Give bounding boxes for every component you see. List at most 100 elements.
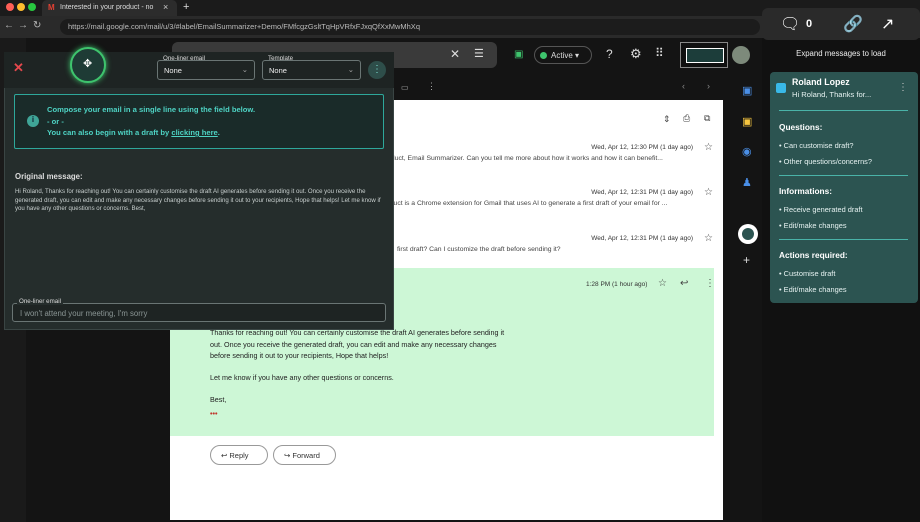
extension-logo[interactable]	[680, 42, 728, 68]
minimize-window-button[interactable]	[17, 3, 25, 11]
message-date: Wed, Apr 12, 12:31 PM (1 day ago)	[591, 235, 693, 242]
help-icon[interactable]: ?	[606, 47, 613, 61]
cursor-highlight: ✥	[70, 47, 106, 83]
more-options-icon[interactable]: ⋮	[368, 61, 386, 79]
draft-link[interactable]: clicking here	[171, 128, 217, 137]
info-line: Compose your email in a single line usin…	[47, 105, 256, 114]
next-icon[interactable]: ›	[707, 81, 710, 91]
print-icon[interactable]: ⎙	[683, 113, 690, 124]
divider	[779, 239, 908, 240]
questions-heading: Questions:	[779, 122, 823, 132]
label-icon[interactable]: ▭	[401, 83, 409, 92]
chevron-down-icon: ⌄	[241, 65, 248, 74]
avatar[interactable]	[732, 46, 750, 64]
preview-text: Hi Roland, Thanks for...	[792, 90, 872, 99]
expand-all-icon[interactable]: ⇕	[663, 114, 671, 125]
summary-card: Roland Lopez Hi Roland, Thanks for... ⋮ …	[770, 72, 918, 303]
search-options-icon[interactable]: ☰	[474, 47, 484, 60]
close-compose-icon[interactable]: ✕	[13, 60, 24, 76]
message-body-line: Let me know if you have any other questi…	[210, 373, 394, 382]
oneliner-placeholder: I won't attend your meeting, I'm sorry	[20, 309, 148, 318]
original-message-label: Original message:	[15, 172, 83, 181]
template-select-value: None	[269, 66, 287, 75]
more-vert-icon[interactable]: ⋮	[705, 278, 715, 289]
star-icon[interactable]: ☆	[704, 142, 713, 153]
oneliner-select[interactable]: None ⌄	[157, 60, 255, 80]
gear-icon[interactable]: ⚙	[630, 46, 642, 62]
info-item: Receive generated draft	[783, 205, 863, 214]
comment-count: 0	[806, 18, 813, 30]
apps-grid-icon[interactable]: ⠿	[655, 46, 664, 60]
clear-search-icon[interactable]: ✕	[450, 47, 460, 61]
new-tab-button[interactable]: +	[183, 1, 189, 13]
more-vert-icon[interactable]: ⋮	[898, 82, 908, 93]
keep-icon[interactable]: ▣	[742, 115, 752, 128]
back-arrow-icon[interactable]: ←	[4, 20, 14, 31]
star-icon[interactable]: ☆	[658, 278, 667, 289]
star-icon[interactable]: ☆	[704, 187, 713, 198]
close-window-button[interactable]	[6, 3, 14, 11]
info-line: You can also begin with a draft by	[47, 128, 172, 137]
add-addon-icon[interactable]: +	[743, 253, 750, 267]
forward-arrow-icon[interactable]: →	[18, 20, 28, 31]
reply-button[interactable]: ↩ Reply	[210, 445, 268, 465]
info-line: - or -	[47, 117, 64, 126]
tab-title: Interested in your product - no	[60, 4, 154, 11]
open-external-icon[interactable]: ↗	[881, 14, 894, 34]
email-icon	[776, 83, 786, 93]
active-dot-icon	[540, 52, 547, 59]
gmail-icon: M	[48, 3, 55, 12]
chevron-down-icon: ⌄	[347, 65, 354, 74]
question-item: Can customise draft?	[783, 141, 854, 150]
divider	[779, 175, 908, 176]
address-bar[interactable]: https://mail.google.com/mail/u/3/#label/…	[60, 19, 760, 35]
template-select[interactable]: None ⌄	[262, 60, 361, 80]
reply-label: Reply	[229, 451, 249, 460]
maximize-window-button[interactable]	[28, 3, 36, 11]
info-item: Edit/make changes	[783, 221, 847, 230]
action-item: Edit/make changes	[783, 285, 847, 294]
prev-icon[interactable]: ‹	[682, 81, 685, 91]
status-label: Active	[551, 51, 573, 60]
message-date: Wed, Apr 12, 12:31 PM (1 day ago)	[591, 189, 693, 196]
reply-icon[interactable]: ↩	[680, 278, 688, 289]
message-signoff: Best,	[210, 395, 227, 404]
chat-icon[interactable]: ▣	[514, 49, 523, 60]
informations-heading: Informations:	[779, 186, 833, 196]
browser-tab[interactable]: M Interested in your product - no	[42, 0, 177, 16]
oneliner-input[interactable]: I won't attend your meeting, I'm sorry	[12, 303, 386, 322]
star-icon[interactable]: ☆	[704, 233, 713, 244]
link-icon[interactable]: 🔗	[843, 14, 863, 34]
expand-messages-text[interactable]: Expand messages to load	[762, 49, 920, 58]
reload-icon[interactable]: ↻	[33, 20, 41, 31]
info-line-end: .	[217, 128, 220, 137]
divider	[779, 110, 908, 111]
question-item: Other questions/concerns?	[783, 157, 872, 166]
contacts-icon[interactable]: ♟	[742, 176, 752, 189]
oneliner-input-label: One-liner email	[17, 298, 63, 305]
oneliner-select-value: None	[164, 66, 182, 75]
comment-icon[interactable]: 🗨	[780, 14, 800, 34]
message-date: Wed, Apr 12, 12:30 PM (1 day ago)	[591, 144, 693, 151]
message-body-line: out. Once you receive the generated draf…	[210, 340, 497, 349]
message-body-line: before sending it out to your recipients…	[210, 351, 389, 360]
extension-side-icon[interactable]	[738, 224, 758, 244]
more-vert-icon[interactable]: ⋮	[427, 81, 436, 92]
tasks-icon[interactable]: ◉	[742, 145, 752, 158]
tab-close-icon[interactable]: ×	[163, 2, 168, 12]
open-new-window-icon[interactable]: ⧉	[704, 113, 710, 124]
actions-heading: Actions required:	[779, 250, 848, 260]
message-snippet: your product, Email Summarizer. Can you …	[366, 155, 663, 162]
forward-button[interactable]: ↪ Forward	[273, 445, 336, 465]
message-snippet: ur product is a Chrome extension for Gma…	[372, 200, 668, 207]
info-icon: i	[27, 115, 39, 127]
forward-label: Forward	[292, 451, 320, 460]
url-text: https://mail.google.com/mail/u/3/#label/…	[68, 22, 420, 31]
info-box: i Compose your email in a single line us…	[14, 94, 384, 149]
calendar-icon[interactable]: ▣	[742, 84, 752, 97]
show-trimmed-content-button[interactable]: •••	[210, 408, 218, 419]
original-message-text: Hi Roland, Thanks for reaching out! You …	[15, 188, 381, 212]
action-item: Customise draft	[783, 269, 836, 278]
move-cursor-icon: ✥	[83, 58, 93, 70]
message-snippet: first draft? Can I customize the draft b…	[397, 246, 561, 253]
